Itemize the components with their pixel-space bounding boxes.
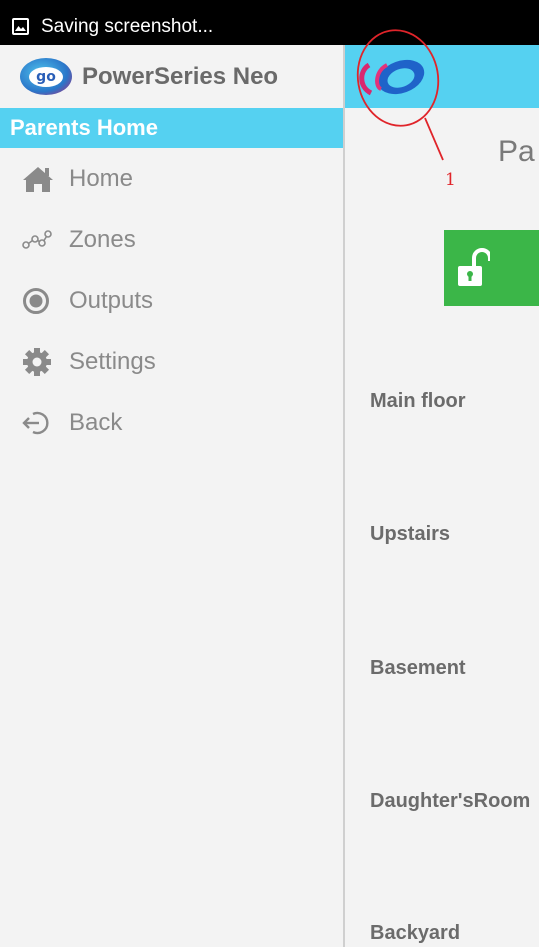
back-icon [22,408,56,438]
app-bar [345,45,539,108]
app-title: PowerSeries Neo [82,62,279,90]
nav-item-label: Settings [69,347,156,375]
status-text: Saving screenshot... [41,15,214,37]
page-title: Pa [498,135,535,168]
nav-item-back[interactable]: Back [0,392,343,453]
outputs-icon [22,286,56,316]
screenshot-notification-icon [12,18,29,35]
brand-logo-icon[interactable] [353,57,429,97]
nav-item-settings[interactable]: Settings [0,331,343,392]
gear-icon [22,347,56,377]
nav-item-label: Zones [69,225,136,253]
unlocked-padlock-icon [458,248,490,286]
drawer-header: go PowerSeries Neo [0,45,343,108]
nav-item-outputs[interactable]: Outputs [0,270,343,331]
disarm-button[interactable] [444,230,539,306]
nav-list: Home Zones Outputs Settings Back [0,148,343,453]
navigation-drawer: go PowerSeries Neo Parents Home Home Zon… [0,45,345,947]
zone-label-backyard[interactable]: Backyard [370,922,460,945]
nav-item-label: Home [69,164,134,192]
nav-item-label: Outputs [69,286,154,314]
zone-label-upstairs[interactable]: Upstairs [370,523,450,546]
partition-header[interactable]: Parents Home [0,108,343,148]
zone-label-basement[interactable]: Basement [370,657,466,680]
zone-label-main-floor[interactable]: Main floor [370,390,466,413]
status-bar: Saving screenshot... [0,0,539,45]
nav-item-zones[interactable]: Zones [0,209,343,270]
nav-item-label: Back [69,408,123,436]
app-logo-text: go [29,66,63,87]
main-content: Pa Main floor Upstairs Basement Daughter… [345,45,539,947]
annotation-number: 1 [445,170,456,190]
app-logo: go [20,58,72,95]
zone-label-daughters-room[interactable]: Daughter'sRoom [370,790,530,813]
zones-icon [22,225,56,255]
home-icon [22,164,56,194]
nav-item-home[interactable]: Home [0,148,343,209]
